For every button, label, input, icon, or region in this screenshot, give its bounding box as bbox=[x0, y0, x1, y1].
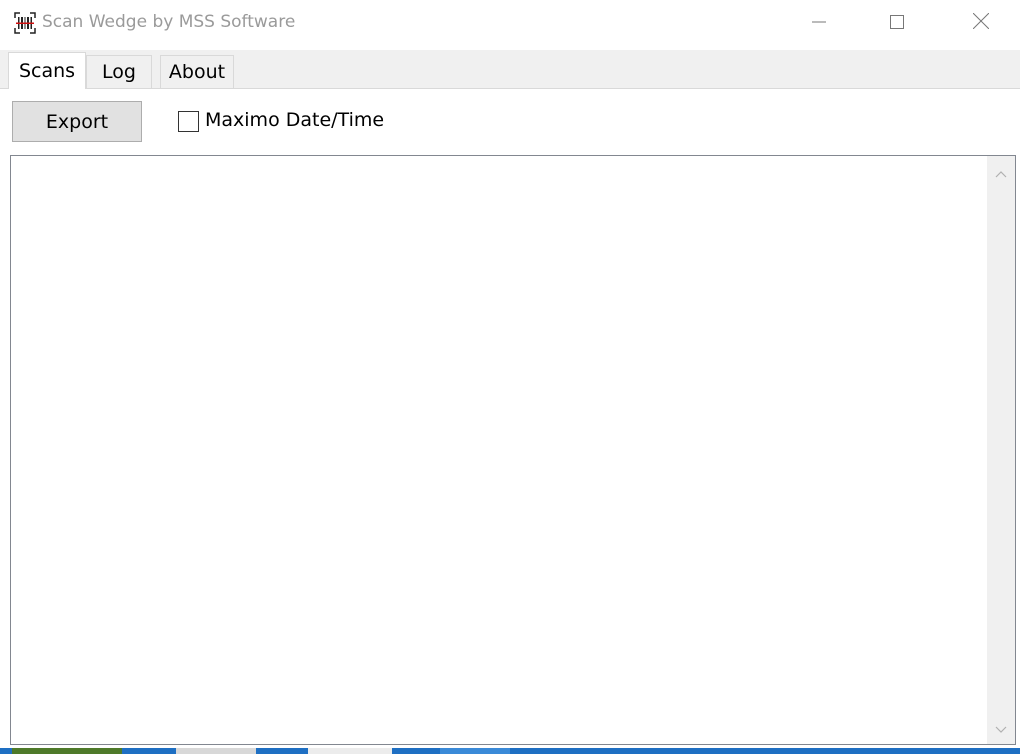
tab-about[interactable]: About bbox=[160, 55, 234, 88]
window-title: Scan Wedge by MSS Software bbox=[42, 12, 296, 32]
scans-panel: Export Maximo Date/Time bbox=[0, 88, 1020, 754]
close-button[interactable] bbox=[958, 0, 1004, 46]
vertical-scrollbar[interactable] bbox=[987, 156, 1015, 744]
chevron-up-icon bbox=[995, 163, 1007, 182]
maximo-datetime-label[interactable]: Maximo Date/Time bbox=[205, 109, 384, 131]
taskbar-thumbnail bbox=[12, 748, 122, 754]
scroll-up-button[interactable] bbox=[987, 156, 1015, 188]
taskbar-strip bbox=[0, 748, 1020, 754]
maximo-datetime-checkbox[interactable] bbox=[178, 111, 199, 132]
tab-scans[interactable]: Scans bbox=[8, 52, 86, 89]
close-icon bbox=[972, 12, 990, 33]
taskbar-thumbnail bbox=[308, 748, 392, 754]
title-bar[interactable]: Scan Wedge by MSS Software bbox=[0, 0, 1020, 46]
taskbar-thumbnail bbox=[176, 748, 256, 754]
maximize-icon bbox=[890, 14, 904, 33]
tab-log[interactable]: Log bbox=[86, 55, 152, 88]
minimize-icon bbox=[812, 14, 826, 33]
taskbar-thumbnail bbox=[440, 748, 510, 754]
app-window: Scan Wedge by MSS Software Scans Log Abo… bbox=[0, 0, 1020, 754]
barcode-icon bbox=[14, 12, 36, 34]
scroll-down-button[interactable] bbox=[987, 712, 1015, 744]
tab-strip: Scans Log About bbox=[0, 50, 1020, 89]
chevron-down-icon bbox=[995, 719, 1007, 738]
export-button[interactable]: Export bbox=[12, 101, 142, 142]
scan-list[interactable] bbox=[10, 155, 1016, 745]
maximize-button[interactable] bbox=[874, 0, 920, 46]
minimize-button[interactable] bbox=[796, 0, 842, 46]
